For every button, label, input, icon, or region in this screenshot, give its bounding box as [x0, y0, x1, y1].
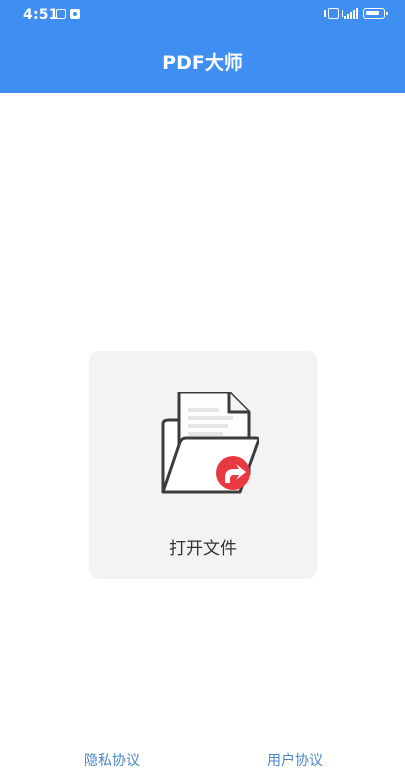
open-file-label: 打开文件 [169, 539, 237, 559]
status-bar: 4:51 [0, 0, 405, 30]
signal-icon [344, 8, 358, 19]
status-right-icons [324, 8, 388, 19]
main-content: 打开文件 隐私协议 用户协议 [0, 93, 405, 769]
notification-icon [70, 9, 80, 19]
status-time: 4:51 [23, 7, 59, 23]
battery-icon [363, 8, 388, 19]
folder-open-icon [149, 390, 261, 497]
open-file-button[interactable]: 打开文件 [89, 351, 317, 579]
top-header: 4:51 PDF大师 [0, 0, 405, 93]
page-title: PDF大师 [162, 52, 243, 74]
privacy-policy-link[interactable]: 隐私协议 [84, 750, 140, 770]
status-left-icons [56, 9, 80, 19]
app-icon [56, 9, 66, 19]
vibrate-icon [324, 8, 343, 19]
user-agreement-link[interactable]: 用户协议 [267, 750, 323, 770]
